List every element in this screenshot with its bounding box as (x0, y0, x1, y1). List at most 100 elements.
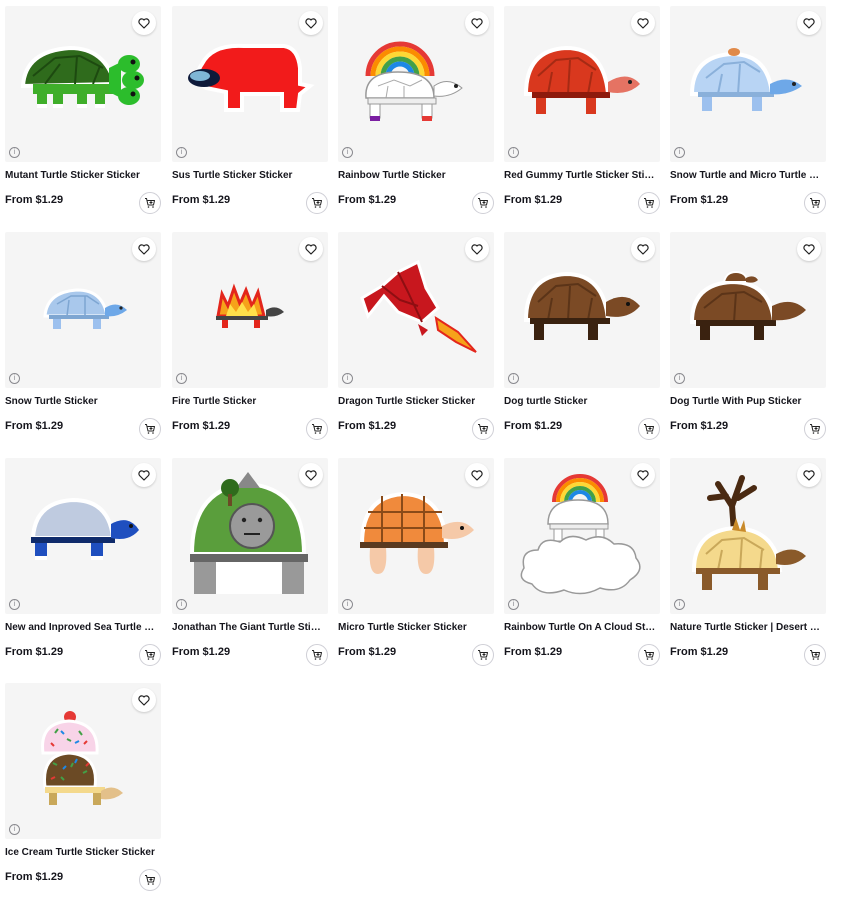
product-image[interactable]: i (338, 6, 494, 162)
product-title[interactable]: Snow Turtle Sticker (5, 396, 159, 407)
product-card[interactable]: i Micro Turtle Sticker Sticker From $1.2… (338, 458, 494, 676)
product-image[interactable]: i (338, 232, 494, 388)
product-image[interactable]: i (5, 6, 161, 162)
favorite-button[interactable] (132, 463, 156, 487)
info-icon[interactable]: i (342, 599, 353, 610)
favorite-button[interactable] (797, 463, 821, 487)
product-image[interactable]: i (670, 6, 826, 162)
favorite-button[interactable] (132, 237, 156, 261)
product-image[interactable]: i (5, 458, 161, 614)
favorite-button[interactable] (797, 11, 821, 35)
info-icon[interactable]: i (674, 147, 685, 158)
favorite-button[interactable] (631, 11, 655, 35)
info-icon[interactable]: i (9, 373, 20, 384)
product-title[interactable]: Jonathan The Giant Turtle Sticker (172, 622, 326, 633)
product-card[interactable]: i Fire Turtle Sticker From $1.29 (172, 232, 328, 450)
add-to-cart-button[interactable] (306, 644, 328, 666)
add-to-cart-button[interactable] (306, 418, 328, 440)
product-image[interactable]: i (504, 232, 660, 388)
product-card[interactable]: i Snow Turtle Sticker From $1.29 (5, 232, 161, 450)
add-to-cart-button[interactable] (638, 418, 660, 440)
favorite-button[interactable] (299, 11, 323, 35)
product-price: From $1.29 (338, 420, 397, 432)
product-image[interactable]: i (172, 6, 328, 162)
add-to-cart-button[interactable] (139, 192, 161, 214)
product-card[interactable]: i Dog turtle Sticker From $1.29 (504, 232, 660, 450)
info-icon[interactable]: i (9, 824, 20, 835)
product-title[interactable]: Ice Cream Turtle Sticker Sticker (5, 847, 159, 858)
product-title[interactable]: Dragon Turtle Sticker Sticker (338, 396, 492, 407)
product-title[interactable]: Micro Turtle Sticker Sticker (338, 622, 492, 633)
product-image[interactable]: i (504, 6, 660, 162)
heart-icon (138, 243, 150, 255)
info-icon[interactable]: i (508, 373, 519, 384)
product-card[interactable]: i Sus Turtle Sticker Sticker From $1.29 (172, 6, 328, 224)
add-to-cart-button[interactable] (472, 418, 494, 440)
favorite-button[interactable] (631, 463, 655, 487)
product-title[interactable]: Fire Turtle Sticker (172, 396, 326, 407)
info-icon[interactable]: i (508, 147, 519, 158)
product-title[interactable]: Nature Turtle Sticker | Desert Sti... (670, 622, 824, 633)
product-card[interactable]: i Snow Turtle and Micro Turtle Sti... Fr… (670, 6, 826, 224)
product-card[interactable]: i Rainbow Turtle Sticker From $1.29 (338, 6, 494, 224)
product-card[interactable]: i Dragon Turtle Sticker Sticker From $1.… (338, 232, 494, 450)
add-to-cart-button[interactable] (472, 644, 494, 666)
add-to-cart-button[interactable] (804, 192, 826, 214)
add-to-cart-button[interactable] (472, 192, 494, 214)
info-icon[interactable]: i (674, 373, 685, 384)
product-title[interactable]: Dog Turtle With Pup Sticker (670, 396, 824, 407)
product-title[interactable]: Red Gummy Turtle Sticker Sticker (504, 170, 658, 181)
product-title[interactable]: Rainbow Turtle On A Cloud Sticker (504, 622, 658, 633)
info-icon[interactable]: i (176, 373, 187, 384)
product-card[interactable]: i Rainbow Turtle On A Cloud Sticker From… (504, 458, 660, 676)
product-image[interactable]: i (670, 458, 826, 614)
favorite-button[interactable] (465, 463, 489, 487)
info-icon[interactable]: i (9, 147, 20, 158)
cart-plus-icon (312, 424, 322, 434)
product-image[interactable]: i (5, 683, 161, 839)
product-image[interactable]: i (504, 458, 660, 614)
info-icon[interactable]: i (342, 147, 353, 158)
info-icon[interactable]: i (176, 599, 187, 610)
add-to-cart-button[interactable] (139, 644, 161, 666)
product-card[interactable]: i Ice Cream Turtle Sticker Sticker From … (5, 683, 161, 901)
favorite-button[interactable] (299, 463, 323, 487)
favorite-button[interactable] (465, 237, 489, 261)
add-to-cart-button[interactable] (306, 192, 328, 214)
product-title[interactable]: Rainbow Turtle Sticker (338, 170, 492, 181)
product-title[interactable]: Dog turtle Sticker (504, 396, 658, 407)
product-card[interactable]: i Jonathan The Giant Turtle Sticker From… (172, 458, 328, 676)
add-to-cart-button[interactable] (139, 869, 161, 891)
favorite-button[interactable] (797, 237, 821, 261)
product-title[interactable]: Mutant Turtle Sticker Sticker (5, 170, 159, 181)
add-to-cart-button[interactable] (638, 644, 660, 666)
product-title[interactable]: Sus Turtle Sticker Sticker (172, 170, 326, 181)
product-image[interactable]: i (670, 232, 826, 388)
favorite-button[interactable] (465, 11, 489, 35)
info-icon[interactable]: i (176, 147, 187, 158)
info-icon[interactable]: i (9, 599, 20, 610)
add-to-cart-button[interactable] (139, 418, 161, 440)
favorite-button[interactable] (132, 11, 156, 35)
product-card[interactable]: i Red Gummy Turtle Sticker Sticker From … (504, 6, 660, 224)
cart-plus-icon (145, 650, 155, 660)
product-image[interactable]: i (338, 458, 494, 614)
add-to-cart-button[interactable] (804, 418, 826, 440)
product-title[interactable]: New and Inproved Sea Turtle Sti... (5, 622, 159, 633)
favorite-button[interactable] (631, 237, 655, 261)
product-card[interactable]: i Nature Turtle Sticker | Desert Sti... … (670, 458, 826, 676)
product-card[interactable]: i New and Inproved Sea Turtle Sti... Fro… (5, 458, 161, 676)
product-image[interactable]: i (172, 232, 328, 388)
product-image[interactable]: i (172, 458, 328, 614)
favorite-button[interactable] (132, 688, 156, 712)
add-to-cart-button[interactable] (804, 644, 826, 666)
product-title[interactable]: Snow Turtle and Micro Turtle Sti... (670, 170, 824, 181)
product-image[interactable]: i (5, 232, 161, 388)
info-icon[interactable]: i (508, 599, 519, 610)
info-icon[interactable]: i (674, 599, 685, 610)
add-to-cart-button[interactable] (638, 192, 660, 214)
product-card[interactable]: i Mutant Turtle Sticker Sticker From $1.… (5, 6, 161, 224)
product-card[interactable]: i Dog Turtle With Pup Sticker From $1.29 (670, 232, 826, 450)
favorite-button[interactable] (299, 237, 323, 261)
info-icon[interactable]: i (342, 373, 353, 384)
